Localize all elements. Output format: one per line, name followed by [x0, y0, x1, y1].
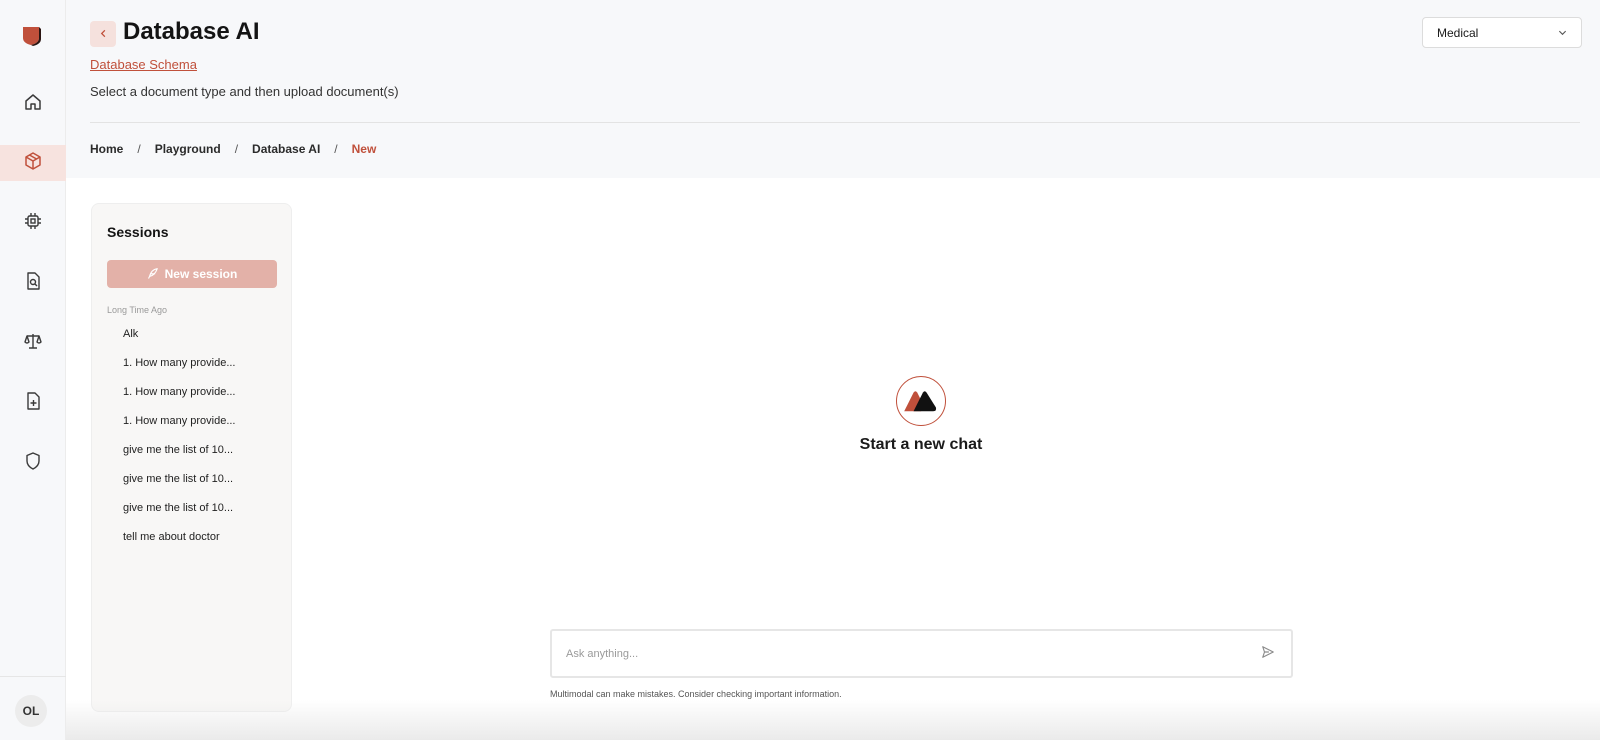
session-item[interactable]: give me the list of 10... — [123, 465, 237, 494]
scale-icon — [23, 331, 43, 356]
page-header: Database AI Database Schema Select a doc… — [66, 0, 1600, 178]
avatar[interactable]: OL — [15, 695, 47, 727]
nav-security[interactable] — [0, 445, 66, 481]
nav-playground[interactable] — [0, 145, 66, 181]
nav-legal[interactable] — [0, 325, 66, 361]
chevron-left-icon — [99, 25, 108, 43]
session-item[interactable]: 1. How many provide... — [123, 407, 237, 436]
breadcrumb-separator: / — [137, 142, 141, 156]
page-subtitle: Select a document type and then upload d… — [90, 84, 399, 99]
nav-home[interactable] — [0, 86, 66, 122]
breadcrumb-home[interactable]: Home — [90, 142, 123, 156]
document-add-icon — [23, 391, 43, 416]
session-item[interactable]: tell me about doctor — [123, 523, 283, 552]
bottom-fade — [66, 700, 1600, 740]
document-type-value: Medical — [1437, 25, 1479, 40]
empty-state-title: Start a new chat — [859, 436, 983, 453]
send-icon — [1261, 645, 1275, 664]
new-session-button[interactable]: New session — [107, 260, 277, 288]
chat-composer — [550, 629, 1293, 678]
session-list: Alk 1. How many provide... 1. How many p… — [123, 320, 283, 552]
cube-icon — [23, 151, 43, 176]
nav-add-document[interactable] — [0, 385, 66, 421]
breadcrumb-separator: / — [234, 142, 239, 156]
assistant-logo — [896, 376, 946, 426]
session-item[interactable]: give me the list of 10... — [123, 436, 237, 465]
session-item[interactable]: 1. How many provide... — [123, 349, 237, 378]
shield-icon — [23, 451, 43, 476]
session-group-label: Long Time Ago — [107, 305, 168, 315]
database-schema-link[interactable]: Database Schema — [90, 57, 197, 72]
breadcrumb-separator: / — [334, 142, 338, 156]
chevron-down-icon — [1558, 26, 1567, 40]
app-logo[interactable] — [21, 24, 43, 46]
cpu-icon — [23, 211, 43, 236]
chat-input[interactable] — [566, 644, 1216, 664]
document-type-select[interactable]: Medical — [1422, 17, 1582, 48]
nav-document-search[interactable] — [0, 265, 66, 301]
disclaimer-text: Multimodal can make mistakes. Consider c… — [550, 689, 842, 699]
breadcrumb: Home / Playground / Database AI / New — [90, 142, 376, 156]
send-button[interactable] — [1259, 645, 1277, 663]
rail-divider — [0, 676, 66, 677]
document-search-icon — [23, 271, 43, 296]
nav-models[interactable] — [0, 205, 66, 241]
breadcrumb-current: New — [351, 142, 377, 156]
page-title: Database AI — [123, 18, 260, 45]
breadcrumb-playground[interactable]: Playground — [155, 142, 221, 156]
breadcrumb-database-ai[interactable]: Database AI — [252, 142, 320, 156]
feather-icon — [147, 267, 159, 282]
session-item[interactable]: give me the list of 10... — [123, 494, 237, 523]
header-divider — [90, 122, 1580, 123]
new-session-label: New session — [164, 267, 238, 281]
sessions-panel: Sessions New session Long Time Ago Alk 1… — [91, 203, 292, 712]
home-icon — [23, 92, 43, 117]
sessions-title: Sessions — [107, 224, 169, 240]
session-item[interactable]: Alk — [123, 320, 237, 349]
session-item[interactable]: 1. How many provide... — [123, 378, 237, 407]
back-button[interactable] — [90, 21, 116, 47]
side-navigation-rail: OL — [0, 0, 66, 740]
